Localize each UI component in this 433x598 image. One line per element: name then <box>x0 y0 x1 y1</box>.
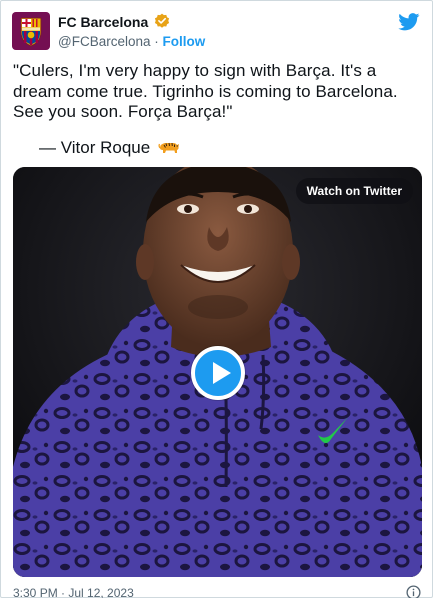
info-icon[interactable] <box>406 585 421 598</box>
tweet-signature: — Vitor Roque <box>39 138 180 158</box>
play-icon <box>213 362 231 384</box>
tweet-card: FC Barcelona @FCBarcelona · Follow "Cule… <box>0 0 433 598</box>
twitter-bird-icon[interactable] <box>398 13 420 31</box>
signature-text: — Vitor Roque <box>39 138 151 157</box>
account-name[interactable]: FC Barcelona <box>58 14 148 30</box>
handle-row: @FCBarcelona · Follow <box>58 34 205 49</box>
watch-on-twitter-button[interactable]: Watch on Twitter <box>295 178 413 204</box>
fc-barcelona-crest-icon <box>12 12 50 50</box>
video-player[interactable]: Watch on Twitter <box>13 167 422 577</box>
avatar[interactable] <box>12 12 50 50</box>
separator-dot: · <box>154 34 159 49</box>
timestamp[interactable]: 3:30 PM · Jul 12, 2023 <box>13 587 134 598</box>
play-button[interactable] <box>191 346 245 400</box>
tweet-text: "Culers, I'm very happy to sign with Bar… <box>13 61 398 121</box>
verified-badge-icon <box>154 13 170 28</box>
follow-button[interactable]: Follow <box>163 34 206 49</box>
account-handle[interactable]: @FCBarcelona <box>58 34 151 49</box>
tiger-emoji-icon <box>158 142 179 153</box>
